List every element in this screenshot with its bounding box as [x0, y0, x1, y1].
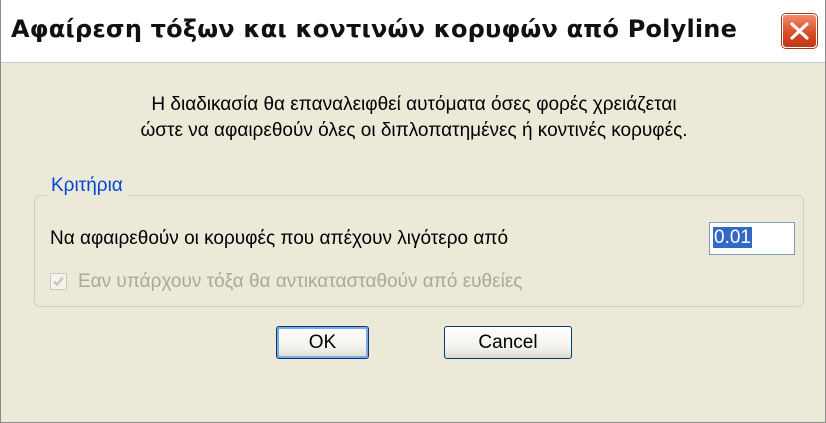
close-button[interactable]: [782, 14, 817, 48]
arcs-checkbox[interactable]: [50, 273, 67, 290]
distance-input-value: 0.01: [713, 227, 752, 248]
distance-label: Να αφαιρεθούν οι κορυφές που απέχουν λιγ…: [50, 228, 509, 249]
dialog-window: Αφαίρεση τόξων και κοντινών κορυφών από …: [0, 0, 826, 423]
description-text: Η διαδικασία θα επαναλειφθεί αυτόματα όσ…: [1, 92, 826, 144]
window-title: Αφαίρεση τόξων και κοντινών κορυφών από …: [11, 15, 738, 43]
cancel-button[interactable]: Cancel: [444, 326, 572, 359]
arcs-checkbox-label: Εαν υπάρχουν τόξα θα αντικατασταθούν από…: [78, 271, 523, 292]
distance-input[interactable]: 0.01: [709, 222, 795, 255]
description-line-2: ώστε να αφαιρεθούν όλες οι διπλοπατημένε…: [140, 120, 688, 141]
criteria-legend: Κριτήρια: [47, 175, 127, 197]
description-line-1: Η διαδικασία θα επαναλειφθεί αυτόματα όσ…: [151, 94, 677, 115]
title-bar[interactable]: Αφαίρεση τόξων και κοντινών κορυφών από …: [1, 0, 825, 63]
dialog-body: Η διαδικασία θα επαναλειφθεί αυτόματα όσ…: [1, 63, 825, 422]
ok-button[interactable]: OK: [276, 326, 369, 359]
